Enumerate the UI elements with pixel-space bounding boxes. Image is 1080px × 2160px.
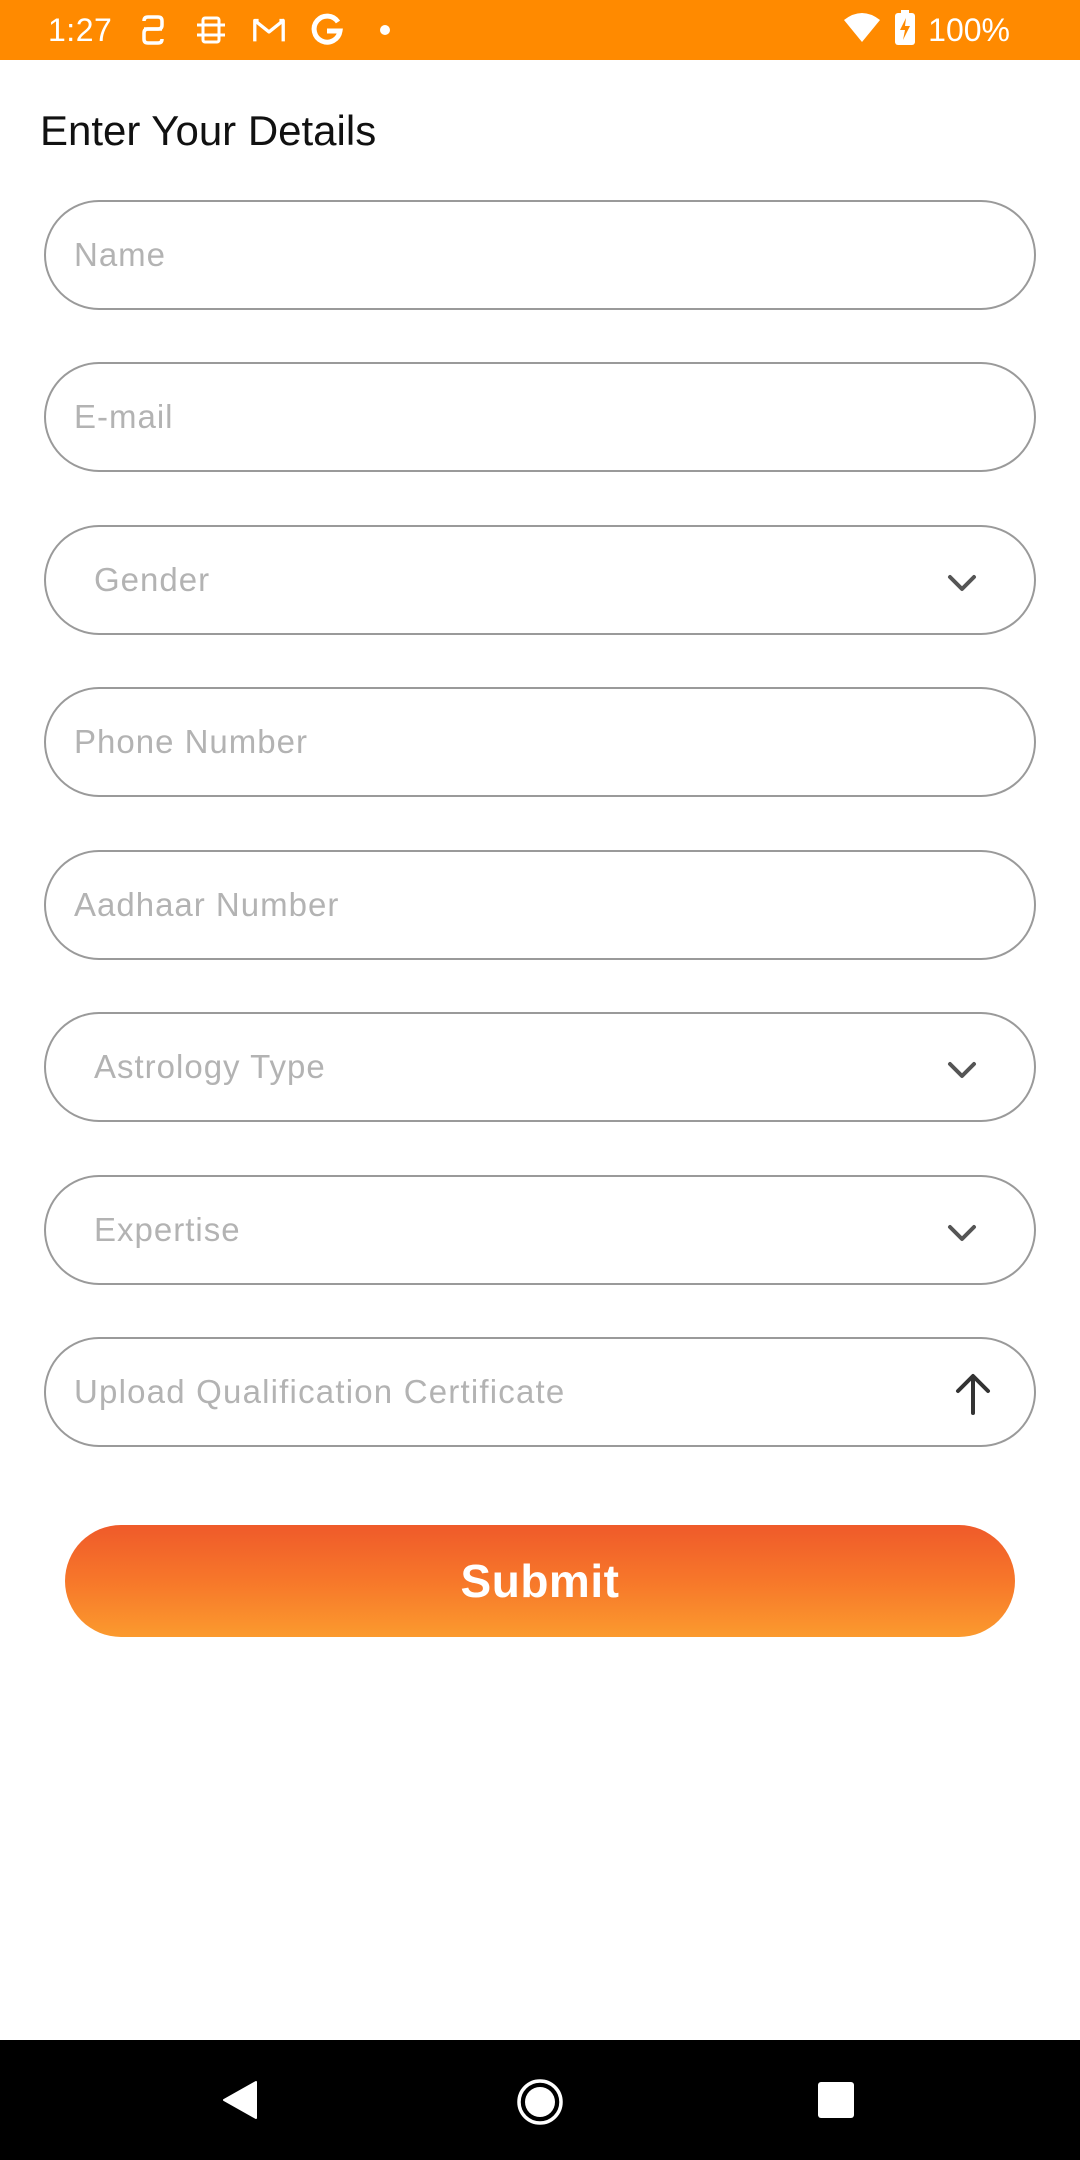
home-icon[interactable] bbox=[516, 2078, 564, 2126]
aadhaar-number-input[interactable] bbox=[74, 852, 1006, 958]
name-input[interactable] bbox=[74, 202, 1006, 308]
email-input[interactable] bbox=[74, 364, 1006, 470]
expertise-dropdown[interactable]: Expertise bbox=[44, 1175, 1036, 1285]
navigation-bar bbox=[0, 2040, 1080, 2160]
page-title: Enter Your Details bbox=[40, 107, 377, 154]
upload-arrow-icon[interactable] bbox=[948, 1369, 998, 1419]
upload-certificate-field[interactable]: Upload Qualification Certificate bbox=[44, 1337, 1036, 1447]
chevron-down-icon bbox=[944, 1215, 980, 1251]
expertise-dropdown-label: Expertise bbox=[94, 1211, 241, 1248]
battery-charging-icon bbox=[894, 9, 916, 51]
battery-percentage: 100% bbox=[928, 12, 1010, 48]
aadhaar-field bbox=[44, 850, 1036, 960]
astrology-type-dropdown-label: Astrology Type bbox=[94, 1048, 326, 1085]
recents-icon[interactable] bbox=[816, 2080, 856, 2120]
phone-field bbox=[44, 687, 1036, 797]
google-icon bbox=[309, 12, 345, 48]
phone-number-input[interactable] bbox=[74, 689, 1006, 795]
chevron-down-icon bbox=[944, 1052, 980, 1088]
chevron-down-icon bbox=[944, 565, 980, 601]
status-time: 1:27 bbox=[48, 12, 113, 48]
screenshot-icon bbox=[193, 12, 229, 48]
status-bar: 1:27 100% bbox=[0, 0, 1080, 60]
name-field bbox=[44, 200, 1036, 310]
notification-icon bbox=[135, 12, 171, 48]
status-notification-icons bbox=[135, 12, 403, 48]
upload-certificate-label: Upload Qualification Certificate bbox=[74, 1373, 566, 1410]
gender-dropdown-label: Gender bbox=[94, 561, 211, 598]
submit-button[interactable]: Submit bbox=[65, 1525, 1015, 1637]
gender-dropdown[interactable]: Gender bbox=[44, 525, 1036, 635]
back-icon[interactable] bbox=[218, 2078, 262, 2122]
dot-icon bbox=[367, 12, 403, 48]
gmail-icon bbox=[251, 12, 287, 48]
wifi-icon bbox=[842, 12, 882, 49]
astrology-type-dropdown[interactable]: Astrology Type bbox=[44, 1012, 1036, 1122]
status-system-icons: 100% bbox=[842, 9, 1010, 51]
email-field bbox=[44, 362, 1036, 472]
